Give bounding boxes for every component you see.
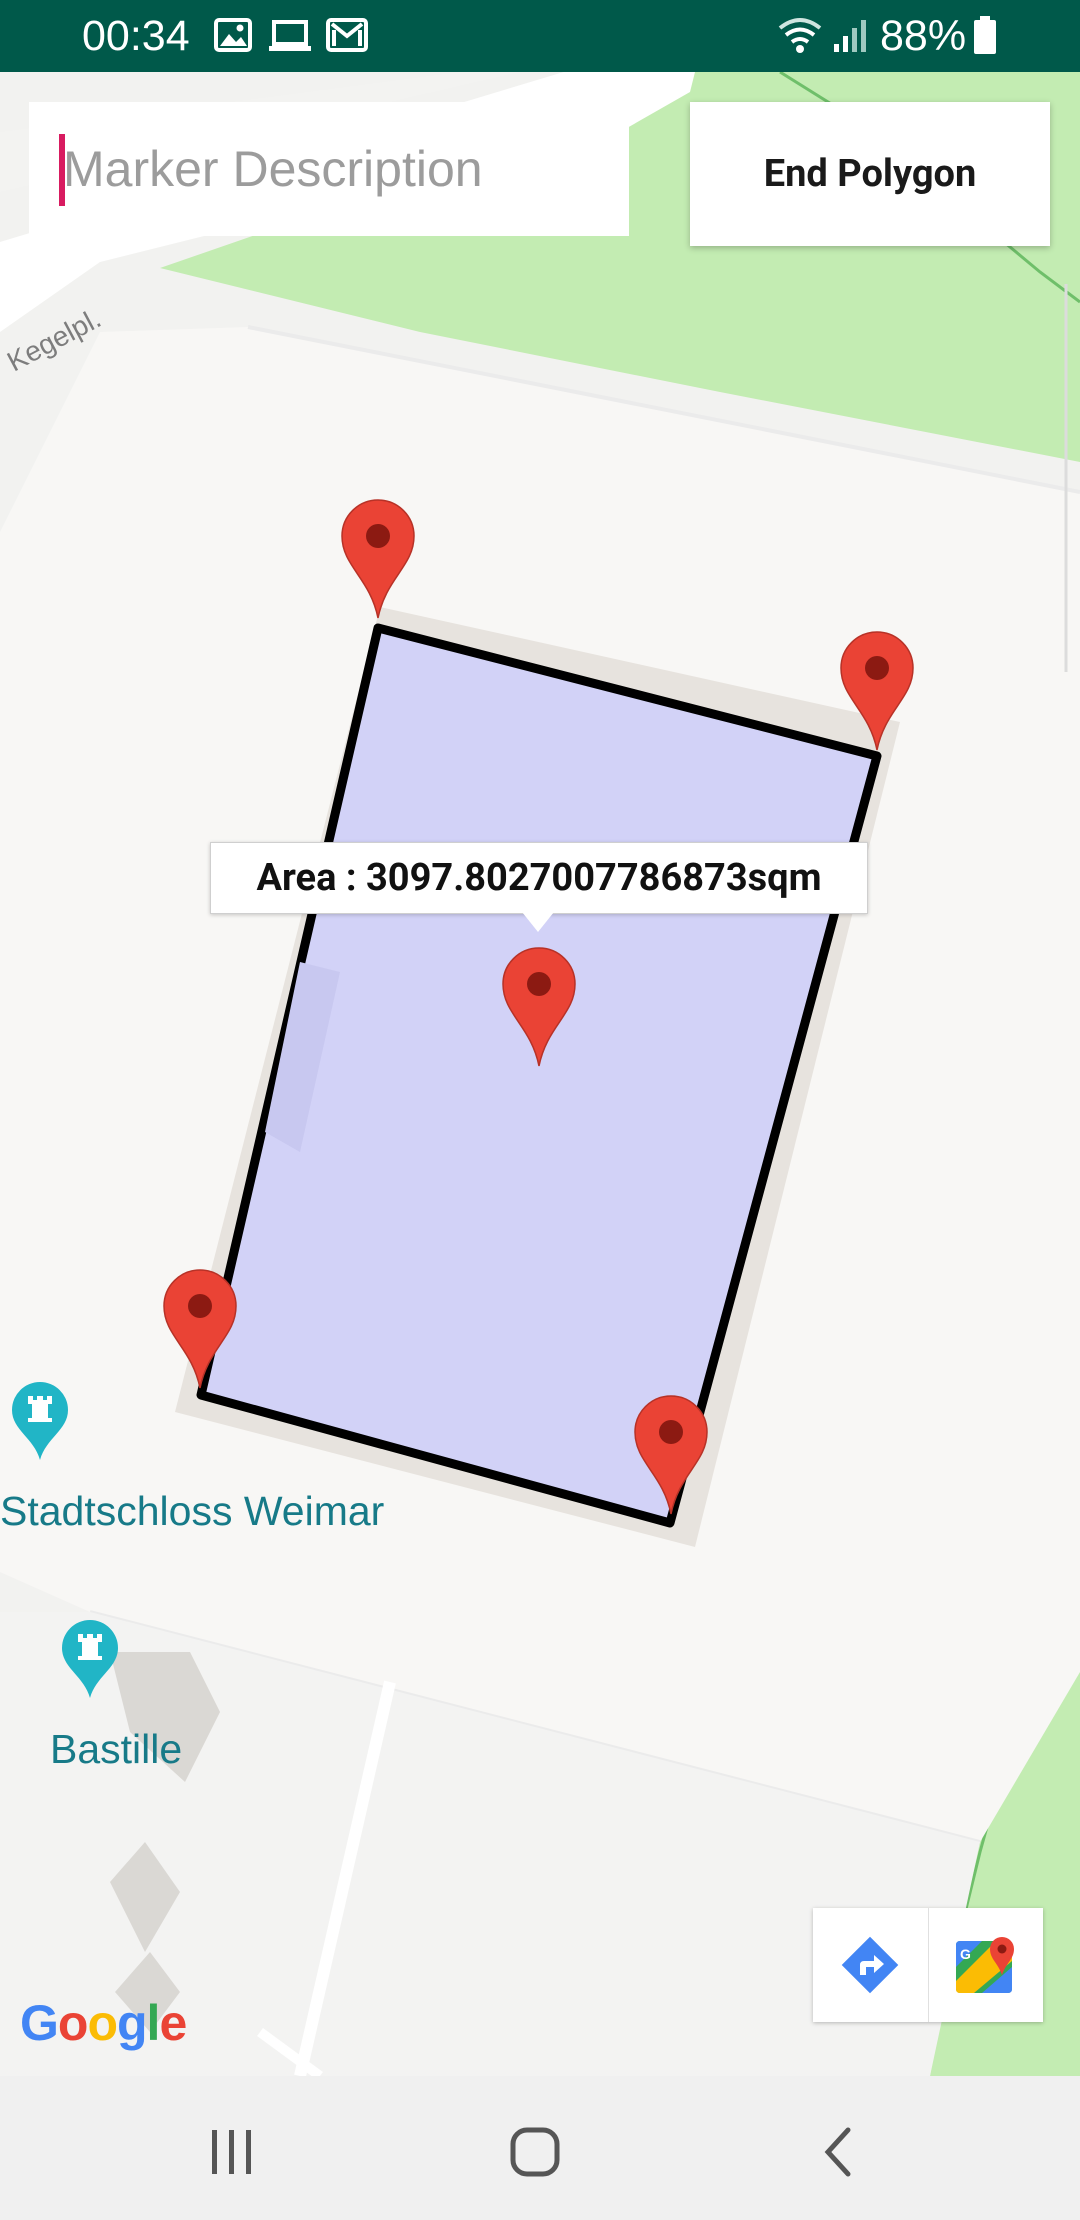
status-time: 00:34	[82, 12, 190, 60]
map-toolbar: G	[813, 1908, 1043, 2022]
navigation-bar	[0, 2076, 1080, 2220]
map-marker[interactable]	[839, 630, 915, 752]
map-marker[interactable]	[633, 1394, 709, 1516]
image-icon	[214, 16, 252, 58]
back-button[interactable]	[798, 2112, 878, 2192]
poi-label-stadtschloss[interactable]: Stadtschloss Weimar	[0, 1488, 384, 1535]
area-center-marker[interactable]	[501, 946, 577, 1068]
laptop-icon	[268, 16, 312, 58]
end-polygon-button[interactable]: End Polygon	[690, 102, 1050, 246]
info-window-tail	[522, 912, 554, 932]
back-icon	[824, 2127, 851, 2177]
castle-poi-icon[interactable]	[60, 1620, 120, 1700]
signal-icon	[830, 16, 870, 60]
home-icon	[510, 2127, 560, 2177]
directions-button[interactable]	[813, 1908, 928, 2022]
battery-icon	[972, 16, 998, 60]
recent-apps-icon	[212, 2130, 251, 2174]
battery-percent: 88%	[880, 12, 967, 60]
map-view[interactable]: Kegelpl. Area : 3097.8027007786873sqm St…	[0, 72, 1080, 2076]
wifi-icon	[778, 16, 822, 60]
google-maps-icon: G	[955, 1937, 1014, 1993]
map-marker[interactable]	[162, 1268, 238, 1390]
recent-apps-button[interactable]	[192, 2112, 272, 2192]
status-bar: 00:34 88%	[0, 0, 1080, 72]
area-info-window: Area : 3097.8027007786873sqm	[210, 842, 868, 914]
text-cursor	[59, 134, 65, 206]
open-google-maps-button[interactable]: G	[929, 1908, 1044, 2022]
marker-description-field[interactable]	[29, 102, 629, 236]
castle-poi-icon[interactable]	[10, 1382, 70, 1462]
gmail-icon	[326, 16, 368, 58]
google-logo: Google	[20, 1995, 187, 2051]
map-marker[interactable]	[340, 498, 416, 620]
area-polygon[interactable]	[0, 72, 1080, 2076]
marker-description-input[interactable]	[29, 102, 629, 236]
poi-label-bastille[interactable]: Bastille	[50, 1726, 182, 1773]
svg-text:G: G	[960, 1946, 971, 1962]
directions-icon	[841, 1936, 899, 1994]
home-button[interactable]	[495, 2112, 575, 2192]
